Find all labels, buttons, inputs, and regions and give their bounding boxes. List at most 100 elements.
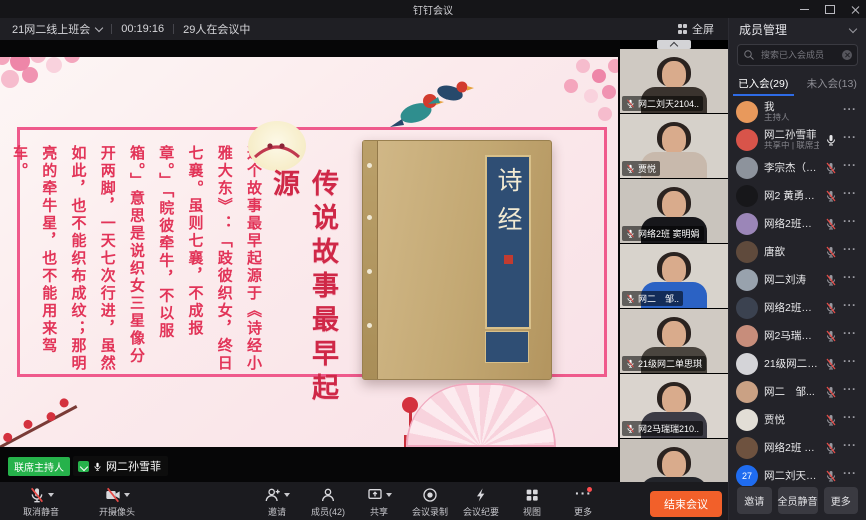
- member-row[interactable]: 网2马瑞瑞2...: [729, 322, 866, 350]
- video-thumbnail[interactable]: 网二刘天2104..: [620, 49, 728, 113]
- caret-down-icon[interactable]: [124, 493, 130, 497]
- mic-muted-icon[interactable]: [825, 386, 837, 398]
- meeting-minutes-button[interactable]: 会议纪要: [462, 486, 500, 518]
- avatar: [736, 353, 758, 375]
- mic-muted-icon[interactable]: [825, 330, 837, 342]
- more-options-button[interactable]: [843, 133, 859, 147]
- more-options-button[interactable]: [843, 329, 859, 343]
- avatar: [736, 101, 758, 123]
- more-options-button[interactable]: [843, 385, 859, 399]
- minimize-button[interactable]: [800, 9, 809, 10]
- invite-member-button[interactable]: 邀请: [737, 487, 772, 514]
- caret-down-icon[interactable]: [386, 493, 392, 497]
- mic-muted-icon[interactable]: [825, 442, 837, 454]
- chevron-down-icon[interactable]: [849, 25, 857, 33]
- mic-on-icon[interactable]: [825, 134, 837, 146]
- member-row[interactable]: 李宗杰（网...: [729, 154, 866, 182]
- video-thumbnail[interactable]: 网络2班 窦明娟: [620, 179, 728, 243]
- mic-muted-icon[interactable]: [825, 162, 837, 174]
- avatar: [736, 297, 758, 319]
- panel-more-button[interactable]: 更多: [824, 487, 859, 514]
- more-options-button[interactable]: [843, 273, 859, 287]
- video-thumbnail[interactable]: 贾悦: [620, 114, 728, 178]
- member-row[interactable]: 贾悦: [729, 406, 866, 434]
- member-role: 主持人: [764, 113, 837, 123]
- more-options-button[interactable]: [843, 189, 859, 203]
- member-row[interactable]: 网二孙雪菲共享中 | 联席主持人: [729, 126, 866, 154]
- mic-muted-icon: [29, 487, 45, 503]
- caret-down-icon[interactable]: [48, 493, 54, 497]
- avatar: [736, 185, 758, 207]
- member-name: 网2马瑞瑞2...: [764, 330, 819, 342]
- end-meeting-button[interactable]: 结束会议: [650, 491, 722, 517]
- member-row[interactable]: 21级网二单...: [729, 350, 866, 378]
- member-row[interactable]: 唐歆: [729, 238, 866, 266]
- co-host-badge: 联席主持人: [8, 457, 70, 476]
- fullscreen-button[interactable]: 全屏: [678, 21, 715, 37]
- member-row[interactable]: 网络2班 黄...: [729, 434, 866, 462]
- video-thumbnail[interactable]: 网二 邹..: [620, 244, 728, 308]
- presentation-slide: 这个故事最早起源于《诗经小雅大东》：「跂彼织女，终日七襄。虽则七襄，不成报章。」…: [0, 57, 618, 447]
- invite-button[interactable]: 邀请: [258, 486, 296, 518]
- member-search[interactable]: [737, 44, 858, 66]
- more-button[interactable]: 更多: [564, 486, 602, 518]
- video-thumbnail[interactable]: 网络2班张..: [620, 439, 728, 482]
- video-thumbnail[interactable]: 网2马瑞瑞210..: [620, 374, 728, 438]
- mic-muted-icon[interactable]: [825, 470, 837, 482]
- plum-branch-decoration: [0, 405, 77, 447]
- collapse-strip-button[interactable]: [657, 40, 691, 49]
- presenter-name: 网二孙雪菲: [106, 458, 161, 474]
- ellipsis-icon: [575, 487, 591, 503]
- member-row[interactable]: 网2 黄勇杰2...: [729, 182, 866, 210]
- caret-down-icon[interactable]: [284, 493, 290, 497]
- mic-muted-icon[interactable]: [825, 274, 837, 286]
- more-options-button[interactable]: [843, 441, 859, 455]
- participant-name: 网二刘天2104..: [638, 97, 699, 110]
- search-input[interactable]: [759, 49, 838, 61]
- more-options-button[interactable]: [843, 469, 859, 483]
- mic-muted-icon[interactable]: [825, 414, 837, 426]
- tab-not-joined[interactable]: 未入会(13): [798, 70, 866, 96]
- member-row[interactable]: 网络2班闫宏...: [729, 210, 866, 238]
- chevron-down-icon[interactable]: [95, 24, 103, 32]
- mute-all-button[interactable]: 全员静音: [778, 487, 818, 514]
- more-options-button[interactable]: [843, 357, 859, 371]
- member-name: 网2 黄勇杰2...: [764, 190, 819, 202]
- share-screen-button[interactable]: 共享: [360, 486, 398, 518]
- view-button[interactable]: 视图: [513, 486, 551, 518]
- member-role: 共享中 | 联席主持人: [764, 141, 819, 151]
- more-options-button[interactable]: [843, 245, 859, 259]
- member-name: 网络2班张闻...: [764, 302, 819, 314]
- unmute-button[interactable]: 取消静音: [22, 486, 60, 518]
- more-options-button[interactable]: [843, 301, 859, 315]
- more-options-button[interactable]: [843, 161, 859, 175]
- avatar: [736, 325, 758, 347]
- avatar: [736, 157, 758, 179]
- close-button[interactable]: [851, 5, 860, 14]
- member-row[interactable]: 27 网二刘天21...: [729, 462, 866, 486]
- meeting-title: 21网二线上班会: [12, 21, 90, 37]
- more-options-button[interactable]: [843, 105, 859, 119]
- video-thumbnail[interactable]: 21级网二单思琪: [620, 309, 728, 373]
- member-row[interactable]: 网络2班张闻...: [729, 294, 866, 322]
- members-button[interactable]: 成员(42): [309, 486, 347, 518]
- maximize-button[interactable]: [825, 5, 835, 14]
- mic-muted-icon[interactable]: [825, 302, 837, 314]
- member-name: 网二孙雪菲: [764, 129, 819, 141]
- screen-icon: [367, 487, 383, 503]
- mic-muted-icon[interactable]: [825, 358, 837, 370]
- camera-on-button[interactable]: 开摄像头: [98, 486, 136, 518]
- clear-search-icon[interactable]: [842, 50, 852, 60]
- mic-muted-icon[interactable]: [825, 190, 837, 202]
- mic-muted-icon[interactable]: [825, 218, 837, 230]
- more-options-button[interactable]: [843, 413, 859, 427]
- avatar: [736, 213, 758, 235]
- video-thumbnail-strip: 网二刘天2104.. 贾悦 网络2班 窦明娟 网二 邹.. 21级网二单思琪 网…: [620, 40, 728, 482]
- more-options-button[interactable]: [843, 217, 859, 231]
- member-row[interactable]: 我主持人: [729, 98, 866, 126]
- member-row[interactable]: 网二 邹...: [729, 378, 866, 406]
- mic-muted-icon[interactable]: [825, 246, 837, 258]
- record-button[interactable]: 会议录制: [411, 486, 449, 518]
- member-row[interactable]: 网二刘涛: [729, 266, 866, 294]
- tab-joined[interactable]: 已入会(29): [729, 70, 798, 96]
